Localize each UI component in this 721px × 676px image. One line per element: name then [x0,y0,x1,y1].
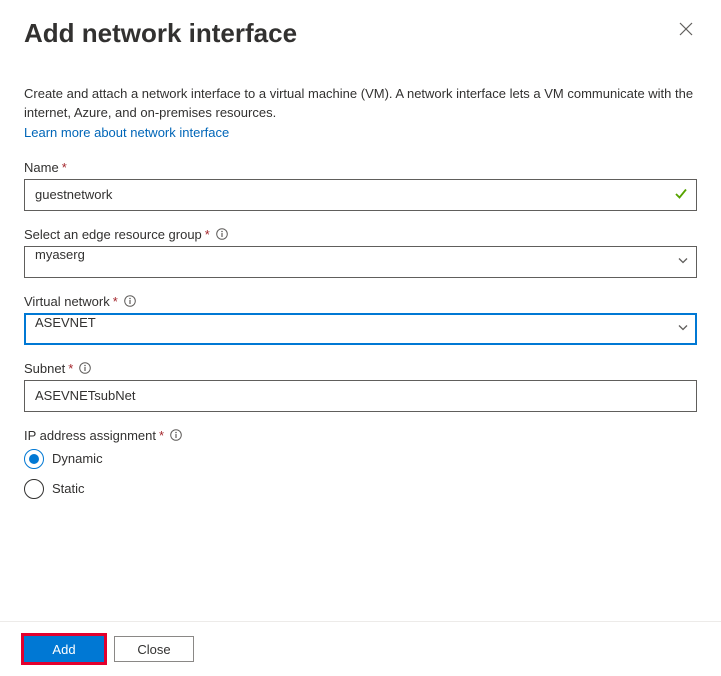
ip-assignment-label: IP address assignment [24,428,156,443]
required-indicator: * [62,160,67,175]
virtual-network-label: Virtual network [24,294,110,309]
required-indicator: * [68,361,73,376]
radio-static-label: Static [52,481,85,496]
dialog-footer: Add Close [0,621,721,676]
radio-static[interactable]: Static [24,479,697,499]
field-resource-group: Select an edge resource group * myaserg [24,227,697,278]
required-indicator: * [159,428,164,443]
resource-group-label-row: Select an edge resource group * [24,227,697,242]
info-icon[interactable] [216,228,228,240]
subnet-input[interactable] [24,380,697,412]
info-icon[interactable] [170,429,182,441]
learn-more-link[interactable]: Learn more about network interface [24,125,229,140]
close-icon [679,22,693,36]
ip-assignment-label-row: IP address assignment * [24,428,697,443]
name-input[interactable] [24,179,697,211]
field-virtual-network: Virtual network * ASEVNET [24,294,697,345]
ip-assignment-radio-group: Dynamic Static [24,449,697,499]
field-ip-assignment: IP address assignment * Dynamic Static [24,428,697,499]
radio-circle-icon [24,449,44,469]
add-button[interactable]: Add [24,636,104,662]
radio-dynamic[interactable]: Dynamic [24,449,697,469]
dialog-title: Add network interface [24,18,297,49]
resource-group-label: Select an edge resource group [24,227,202,242]
info-icon[interactable] [79,362,91,374]
dialog-header: Add network interface [0,0,721,53]
resource-group-select[interactable]: myaserg [24,246,697,278]
info-icon[interactable] [124,295,136,307]
subnet-label: Subnet [24,361,65,376]
virtual-network-select[interactable]: ASEVNET [24,313,697,345]
radio-dynamic-label: Dynamic [52,451,103,466]
subnet-label-row: Subnet * [24,361,697,376]
name-label-row: Name * [24,160,697,175]
description-text: Create and attach a network interface to… [24,85,697,123]
field-subnet: Subnet * [24,361,697,412]
required-indicator: * [205,227,210,242]
dialog-content: Create and attach a network interface to… [0,53,721,621]
field-name: Name * [24,160,697,211]
virtual-network-label-row: Virtual network * [24,294,697,309]
radio-circle-icon [24,479,44,499]
name-label: Name [24,160,59,175]
required-indicator: * [113,294,118,309]
close-icon-button[interactable] [675,18,697,43]
close-button[interactable]: Close [114,636,194,662]
